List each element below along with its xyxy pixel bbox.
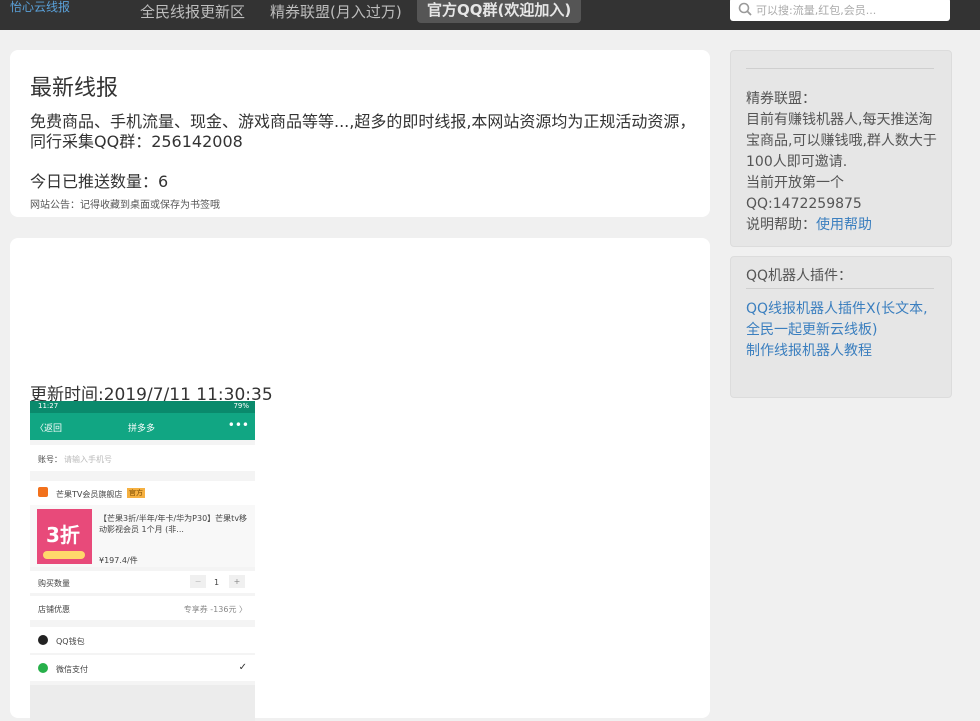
minus-icon: −: [190, 575, 206, 588]
product-pill: [43, 551, 85, 559]
phone-status-bar: 11:27 79%: [30, 401, 255, 413]
search-input[interactable]: [754, 0, 948, 21]
post-panel: 更新时间:2019/7/11 11:30:35 11:27 79% 〈返回 拼多…: [10, 238, 710, 721]
screenshot-bottom: [30, 685, 255, 721]
discount-row: 店铺优惠 专享券 -136元 〉: [30, 596, 255, 620]
help-link[interactable]: 使用帮助: [816, 217, 872, 233]
product-price: ¥197.4/件: [99, 556, 138, 565]
product-image: 3折: [37, 509, 92, 564]
latest-info-panel: 最新线报 免费商品、手机流量、现金、游戏商品等等...,超多的即时线报,本网站资…: [10, 50, 710, 217]
top-nav: 怡心云线报 全民线报更新区 精券联盟(月入过万) 官方QQ群(欢迎加入): [0, 0, 980, 30]
back-button: 〈返回: [35, 424, 63, 434]
nav-item-qq-group[interactable]: 官方QQ群(欢迎加入): [417, 0, 582, 23]
phone-app-bar: 〈返回 拼多多 •••: [30, 413, 255, 440]
jingquan-qq: QQ:1472259875: [746, 196, 862, 212]
qq-wallet-icon: [38, 635, 48, 645]
discount-label: 店铺优惠: [38, 605, 70, 614]
robot-tutorial-link[interactable]: 制作线报机器人教程: [746, 341, 941, 362]
divider: [746, 288, 934, 289]
sidebar-jingquan: 精券联盟： 目前有赚钱机器人,每天推送淘宝商品,可以赚钱哦,群人数大于100人即…: [730, 50, 952, 247]
product-row: 3折 【芒果3折/半年/年卡/华为P30】芒果tv移动影视会员 1个月 (非..…: [30, 505, 255, 567]
app-title: 拼多多: [128, 424, 156, 434]
jingquan-desc: 目前有赚钱机器人,每天推送淘宝商品,可以赚钱哦,群人数大于100人即可邀请.: [746, 112, 937, 170]
site-description: 免费商品、手机流量、现金、游戏商品等等...,超多的即时线报,本网站资源均为正规…: [30, 112, 696, 151]
search-box[interactable]: [730, 0, 950, 21]
status-battery: 79%: [233, 402, 249, 410]
account-label: 账号：: [38, 455, 62, 464]
qq-robot-title: QQ机器人插件：: [746, 268, 853, 284]
account-row: 账号： 请输入手机号: [30, 445, 255, 471]
product-title: 【芒果3折/半年/年卡/华为P30】芒果tv移动影视会员 1个月 (非...: [99, 514, 248, 534]
wechat-pay-icon: [38, 663, 48, 673]
push-count: 今日已推送数量：6: [30, 172, 169, 191]
robot-plugin-link[interactable]: QQ线报机器人插件X(长文本,全民一起更新云线板): [746, 299, 941, 341]
payment-wechat-row: 微信支付 ✓: [30, 655, 255, 681]
help-line: 说明帮助：使用帮助: [746, 215, 941, 236]
sidebar-qq-robot: QQ机器人插件： QQ线报机器人插件X(长文本,全民一起更新云线板) 制作线报机…: [730, 256, 952, 398]
payment-qq-label: QQ钱包: [56, 637, 85, 646]
plus-icon: +: [229, 575, 245, 588]
jingquan-title: 精券联盟：: [746, 91, 816, 107]
status-time: 11:27: [38, 402, 59, 410]
quantity-row: 购买数量 − 1 +: [30, 571, 255, 593]
search-icon: [738, 2, 752, 16]
shop-name: 芒果TV会员旗舰店: [56, 490, 123, 499]
qq-robot-links: QQ线报机器人插件X(长文本,全民一起更新云线板) 制作线报机器人教程: [746, 299, 941, 362]
shop-row: 芒果TV会员旗舰店 官方: [30, 481, 255, 505]
page-title: 最新线报: [30, 76, 119, 101]
check-icon: ✓: [238, 662, 247, 673]
divider: [746, 68, 934, 69]
post-screenshot[interactable]: 11:27 79% 〈返回 拼多多 ••• 账号： 请输入手机号 芒果TV会员旗…: [30, 401, 255, 721]
jingquan-info: 精券联盟： 目前有赚钱机器人,每天推送淘宝商品,可以赚钱哦,群人数大于100人即…: [746, 89, 941, 236]
site-brand[interactable]: 怡心云线报: [10, 0, 70, 15]
payment-qq-row: QQ钱包: [30, 627, 255, 653]
more-icon: •••: [227, 418, 249, 432]
nav-item-jingquan[interactable]: 精券联盟(月入过万): [270, 2, 402, 22]
product-badge: 3折: [46, 523, 80, 547]
help-prefix: 说明帮助：: [746, 217, 816, 233]
nav-item-all-updates[interactable]: 全民线报更新区: [140, 2, 245, 22]
quantity-value: 1: [214, 578, 220, 587]
shop-tag: 官方: [127, 488, 145, 498]
discount-value: 专享券 -136元 〉: [183, 605, 247, 614]
quantity-label: 购买数量: [38, 579, 70, 588]
jingquan-open: 当前开放第一个: [746, 175, 844, 191]
payment-wechat-label: 微信支付: [56, 665, 88, 674]
shop-logo-icon: [38, 487, 48, 497]
account-placeholder: 请输入手机号: [64, 455, 112, 464]
site-notice: 网站公告：记得收藏到桌面或保存为书签哦: [30, 200, 220, 211]
